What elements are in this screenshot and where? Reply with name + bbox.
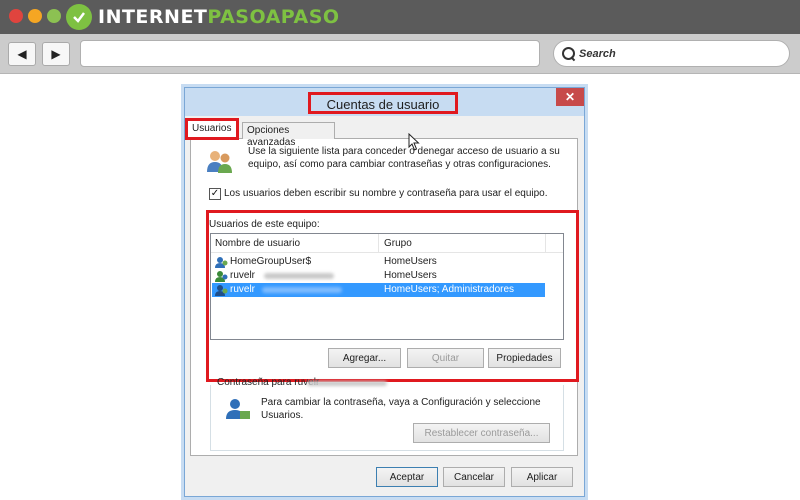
user-accounts-dialog: Cuentas de usuario ✕ Opciones avanzadas … [184, 87, 585, 497]
users-icon [207, 151, 232, 173]
back-button[interactable]: ◀ [8, 42, 36, 66]
tab-opciones-avanzadas[interactable]: Opciones avanzadas [242, 122, 335, 148]
browser-toolbar: ◀ ▶ Search [0, 34, 800, 74]
tab-usuarios[interactable]: Usuarios [185, 118, 239, 140]
site-logo[interactable]: INTERNETPASOAPASO [66, 3, 340, 31]
dialog-title: Cuentas de usuario [308, 92, 458, 114]
logo-text: INTERNETPASOAPASO [98, 6, 340, 28]
highlight-box [206, 210, 579, 382]
reset-password-button[interactable]: Restablecer contraseña... [413, 423, 550, 443]
redacted-text [307, 381, 387, 386]
forward-button[interactable]: ▶ [42, 42, 70, 66]
require-login-label: Los usuarios deben escribir su nombre y … [224, 188, 548, 199]
arrow-right-icon: ▶ [51, 47, 61, 61]
checkmark-icon: ✓ [210, 188, 220, 199]
check-circle-icon [66, 4, 92, 30]
apply-button[interactable]: Aplicar [511, 467, 573, 487]
close-icon: ✕ [564, 90, 576, 104]
password-description: Para cambiar la contraseña, vaya a Confi… [261, 397, 541, 421]
dialog-titlebar[interactable]: Cuentas de usuario ✕ [185, 88, 584, 116]
browser-titlebar: INTERNETPASOAPASO [0, 0, 800, 34]
require-login-checkbox[interactable]: ✓ [209, 188, 221, 200]
close-window-button[interactable] [9, 9, 23, 23]
mouse-cursor-icon [408, 133, 420, 151]
maximize-window-button[interactable] [47, 9, 61, 23]
dialog-close-button[interactable]: ✕ [556, 88, 584, 106]
password-section-title: Contraseña para ruvelr [217, 377, 320, 388]
search-placeholder: Search [579, 47, 616, 60]
user-key-icon [226, 399, 250, 419]
address-bar[interactable] [80, 40, 540, 67]
search-input[interactable]: Search [553, 40, 790, 67]
ok-button[interactable]: Aceptar [376, 467, 438, 487]
cancel-button[interactable]: Cancelar [443, 467, 505, 487]
minimize-window-button[interactable] [28, 9, 42, 23]
search-icon [562, 46, 576, 61]
arrow-left-icon: ◀ [17, 47, 27, 61]
